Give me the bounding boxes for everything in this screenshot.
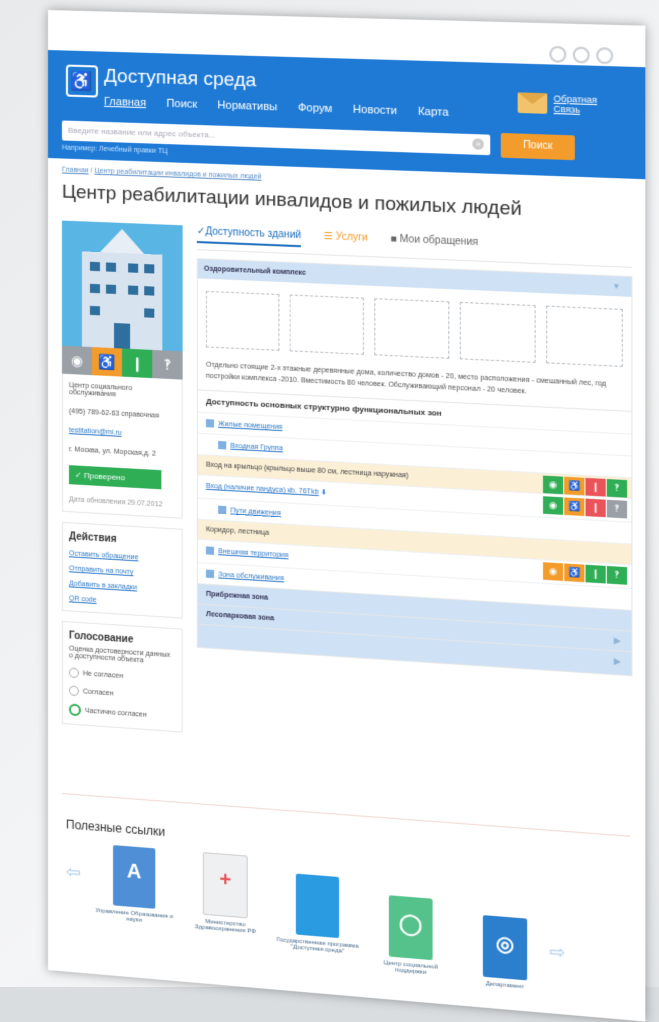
site-header: ♿ Доступная среда Главная Поиск Норматив…: [48, 50, 646, 180]
vote-option-disagree[interactable]: Не согласен: [68, 667, 176, 684]
expand-icon: [218, 440, 227, 450]
vote-question: Оценка достоверности данных о доступност…: [68, 645, 171, 665]
accessibility-badges: ◉ ♿ ❙ ‽: [61, 345, 183, 380]
breadcrumb-current[interactable]: Центр реабилитации инвалидов и пожилых л…: [94, 168, 261, 181]
tab-buildings[interactable]: ✓Доступность зданий: [196, 225, 302, 248]
contact-info: Центр социального обслуживания (495) 789…: [61, 373, 183, 519]
voting-box: Голосование Оценка достоверности данных …: [61, 620, 183, 733]
action-qr-code[interactable]: QR code: [69, 595, 176, 609]
vision-icon: ◉: [543, 475, 564, 495]
vote-option-agree[interactable]: Согласен: [68, 685, 176, 702]
wheelchair-icon: ♿: [564, 563, 585, 583]
envelope-icon: [517, 92, 548, 114]
photo-placeholder[interactable]: [459, 301, 536, 363]
main-nav: Главная Поиск Нормативы Форум Новости Ка…: [104, 96, 449, 119]
clear-icon[interactable]: ×: [472, 138, 484, 150]
wheelchair-logo-icon[interactable]: ♿: [65, 64, 98, 98]
search-placeholder: Введите название или адрес объекта...: [67, 125, 216, 140]
wheelchair-icon: ♿: [91, 347, 123, 377]
window-controls: [549, 45, 614, 65]
hearing-icon: ‽: [606, 499, 628, 519]
address: г. Москва, ул. Морская,д. 2: [68, 446, 156, 458]
photo-placeholder[interactable]: [374, 298, 450, 359]
nav-norms[interactable]: Нормативы: [217, 99, 277, 113]
useful-links-carousel: ⇦ A Управление Образования и науки + Мин…: [66, 841, 624, 999]
search-button[interactable]: Поиск: [500, 132, 575, 161]
nav-home[interactable]: Главная: [104, 96, 146, 109]
mobility-icon: ❙: [585, 564, 606, 584]
photo-placeholder[interactable]: [205, 290, 280, 351]
link-health-ministry[interactable]: + Министерство Здравоохранения РФ: [185, 851, 266, 936]
photo-placeholder[interactable]: [546, 305, 623, 367]
feedback-link[interactable]: Обратная Связь: [517, 92, 598, 115]
link-accessible-env[interactable]: Государственная программа "Доступная сре…: [276, 872, 359, 956]
mobility-icon: ❙: [585, 498, 606, 518]
main-content: ✓Доступность зданий ☰ Услуги ■ Мои обращ…: [196, 225, 633, 677]
org-type: Центр социального обслуживания: [68, 382, 133, 399]
verified-badge: ✓ Проверено: [68, 465, 162, 490]
browser-page: ♿ Доступная среда Главная Поиск Норматив…: [48, 10, 646, 1022]
arrow-left-icon[interactable]: ⇦: [66, 861, 84, 882]
search-hint: Например: Лечебный правки ТЦ: [61, 144, 168, 156]
action-bookmark[interactable]: Добавить в закладки: [69, 580, 176, 594]
nav-map[interactable]: Карта: [418, 106, 449, 119]
photo-placeholder[interactable]: [289, 294, 364, 355]
site-title[interactable]: Доступная среда: [104, 66, 256, 93]
tab-services[interactable]: ☰ Услуги: [324, 231, 368, 250]
email-link[interactable]: testitation@mi.ru: [69, 427, 176, 440]
action-send-mail[interactable]: Отправить на почту: [69, 565, 176, 579]
mobility-icon: ❙: [122, 348, 153, 379]
useful-links-title: Полезные ссылки: [65, 817, 166, 840]
actions-title: Действия: [68, 531, 117, 546]
control-icon[interactable]: [596, 47, 614, 65]
link-education[interactable]: A Управление Образования и науки: [94, 844, 175, 927]
building-image: [61, 220, 183, 352]
link-department[interactable]: ◎ Департамент: [463, 913, 547, 992]
nav-news[interactable]: Новости: [353, 104, 397, 118]
nav-search[interactable]: Поиск: [166, 98, 197, 111]
object-card: ◉ ♿ ❙ ‽ Центр социального обслуживания (…: [61, 220, 183, 733]
hearing-icon: ‽: [152, 349, 183, 380]
breadcrumb-home[interactable]: Главная: [62, 167, 89, 175]
vote-option-partial[interactable]: Частично согласен: [68, 703, 176, 723]
chevron-right-icon: ▶: [614, 635, 621, 646]
expand-icon: [205, 546, 215, 555]
hearing-icon: ‽: [606, 565, 628, 585]
actions-box: Действия Оставить обращение Отправить на…: [61, 521, 183, 619]
link-social-support[interactable]: ◯ Центр социальной поддержки: [369, 894, 452, 979]
vision-icon: ◉: [543, 562, 564, 581]
nav-forum[interactable]: Форум: [298, 102, 332, 115]
feedback-label: Обратная Связь: [553, 93, 598, 115]
mobility-icon: ❙: [585, 477, 606, 497]
hearing-icon: ‽: [606, 479, 628, 498]
action-leave-request[interactable]: Оставить обращение: [69, 550, 176, 563]
expand-icon: [205, 419, 215, 428]
outer-accessibility: ◉ ♿ ❙ ‽: [543, 562, 628, 585]
wheelchair-icon: ♿: [564, 476, 585, 496]
vision-icon: ◉: [543, 496, 564, 515]
facility-panel: Оздоровительный комплекс ▼ Отдельно стоя…: [196, 258, 633, 677]
ramp-accessibility: ◉ ♿ ❙ ‽: [543, 496, 628, 519]
chevron-right-icon: ▶: [614, 656, 621, 667]
expand-icon: [205, 569, 215, 579]
expand-icon: [218, 505, 227, 515]
control-icon[interactable]: [549, 45, 567, 63]
wheelchair-icon: ♿: [564, 497, 585, 517]
vision-icon: ◉: [61, 345, 92, 376]
chevron-down-icon: ▼: [612, 281, 621, 292]
arrow-right-icon[interactable]: ⇨: [549, 941, 568, 963]
tab-my-requests[interactable]: ■ Мои обращения: [390, 233, 478, 254]
phone: (495) 789-62-63 справочная: [68, 408, 160, 420]
updated-date: Дата обновления 29.07.2012: [68, 496, 163, 509]
control-icon[interactable]: [572, 46, 590, 64]
download-icon[interactable]: ⬇: [321, 489, 327, 496]
